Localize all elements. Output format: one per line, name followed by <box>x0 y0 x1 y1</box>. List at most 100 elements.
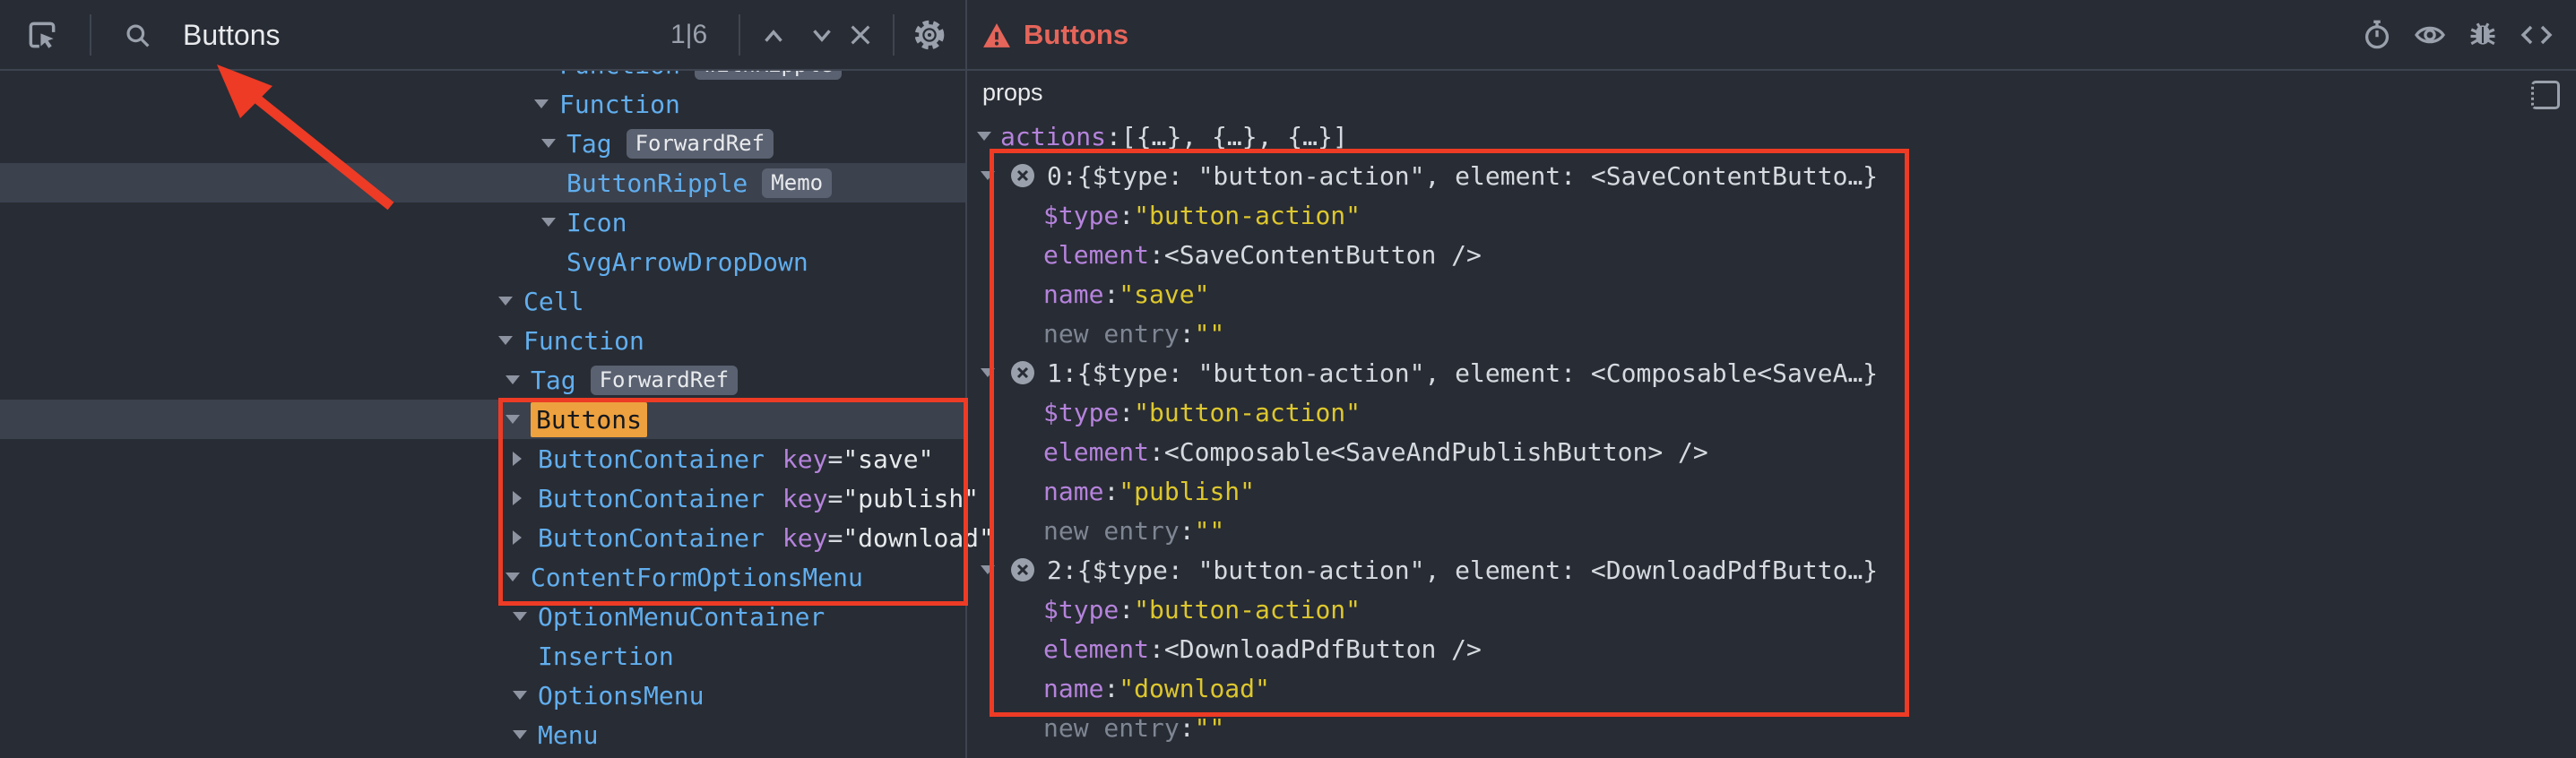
chevron-down-icon[interactable] <box>513 691 538 700</box>
tree-row-optionmenucontainer[interactable]: OptionMenuContainer <box>0 597 965 636</box>
chevron-down-icon[interactable] <box>981 565 1004 574</box>
chevron-down-icon[interactable] <box>981 171 1004 180</box>
bug-icon[interactable] <box>2467 19 2499 51</box>
prop-name[interactable]: actions <box>1000 122 1106 151</box>
tree-row-insertion[interactable]: Insertion <box>0 636 965 676</box>
tree-row-buttons[interactable]: Buttons <box>0 400 965 439</box>
toolbar: Buttons 1|6 Buttons <box>0 0 2576 70</box>
prop-field-name: name: "save" <box>968 274 2576 314</box>
field-value[interactable]: "" <box>1195 713 1225 743</box>
chevron-down-icon[interactable] <box>977 132 1000 141</box>
settings-gear-icon[interactable] <box>912 18 947 52</box>
field-name: element <box>1043 634 1149 664</box>
field-name: new entry <box>1043 516 1180 546</box>
field-name[interactable]: new entry <box>1022 753 1158 758</box>
field-name: element <box>1043 240 1149 270</box>
chevron-down-icon[interactable] <box>498 336 523 345</box>
prop-field-element: element: <SaveContentButton /> <box>968 235 2576 274</box>
chevron-down-icon[interactable] <box>541 218 566 227</box>
tree-row-tag[interactable]: TagForwardRef <box>0 124 965 163</box>
field-value[interactable]: <DownloadPdfButton /> <box>1164 634 1482 664</box>
entry-preview: {$type: "button-action", element: <Compo… <box>1077 358 1878 388</box>
field-name: $type <box>1043 398 1119 427</box>
entry-index: 2: <box>1047 556 1077 585</box>
chevron-down-icon[interactable] <box>513 730 538 739</box>
panel-layout-icon[interactable] <box>2531 81 2560 109</box>
field-value[interactable]: <Composable<SaveAndPublishButton> /> <box>1164 437 1708 467</box>
field-name: name <box>1043 674 1103 703</box>
field-name: name <box>1043 280 1103 309</box>
chevron-down-icon[interactable] <box>513 612 538 621</box>
field-value[interactable]: "publish" <box>1119 477 1255 506</box>
react-devtools-window: FunctionwithRippleFunctionTagForwardRefB… <box>0 0 2576 758</box>
field-value[interactable]: "download" <box>1119 674 1270 703</box>
chevron-down-icon[interactable] <box>506 573 531 581</box>
toolbar-divider <box>893 14 895 56</box>
chevron-down-icon[interactable] <box>506 415 531 424</box>
prop-entry-1: 1: {$type: "button-action", element: <Co… <box>968 353 2576 392</box>
tree-row-function[interactable]: Function <box>0 321 965 360</box>
tree-row-cell[interactable]: Cell <box>0 281 965 321</box>
tree-row-tag[interactable]: TagForwardRef <box>0 360 965 400</box>
field-value[interactable]: "button-action" <box>1134 201 1361 230</box>
eye-icon[interactable] <box>2413 19 2447 51</box>
search-icon <box>124 22 152 50</box>
prop-field-element: element: <DownloadPdfButton /> <box>968 629 2576 668</box>
prop-field-$type: $type: "button-action" <box>968 392 2576 432</box>
entry-index: 0: <box>1047 161 1077 191</box>
inspect-element-icon[interactable] <box>25 18 59 52</box>
inspected-header-actions <box>2361 0 2554 70</box>
tree-row-buttoncontainer[interactable]: ButtonContainerkey="publish" <box>0 478 965 518</box>
clear-search-icon[interactable] <box>846 21 875 49</box>
view-source-icon[interactable] <box>2519 19 2554 51</box>
tree-row-buttonripple[interactable]: ButtonRippleMemo <box>0 163 965 202</box>
error-triangle-icon <box>982 22 1011 48</box>
prop-entry-0: 0: {$type: "button-action", element: <Sa… <box>968 156 2576 195</box>
panel-divider[interactable] <box>965 0 967 758</box>
prop-row-actions: actions: [{…}, {…}, {…}] <box>968 116 2576 156</box>
chevron-down-icon[interactable] <box>981 368 1004 377</box>
component-name: SvgArrowDropDown <box>566 247 808 277</box>
field-value[interactable]: "button-action" <box>1134 595 1361 624</box>
tree-row-svgarrowdropdown[interactable]: SvgArrowDropDown <box>0 242 965 281</box>
component-name: ButtonContainer <box>538 444 765 474</box>
tree-row-buttoncontainer[interactable]: ButtonContainer key="save" <box>0 439 965 478</box>
prev-result-icon[interactable] <box>758 23 789 48</box>
tree-row-buttoncontainer[interactable]: ButtonContainerkey="download" <box>0 518 965 557</box>
field-value[interactable]: "" <box>1195 319 1225 349</box>
entry-preview: {$type: "button-action", element: <SaveC… <box>1077 161 1878 191</box>
delete-entry-icon[interactable] <box>1009 359 1036 386</box>
search-result-count: 1|6 <box>670 0 707 70</box>
component-name: ButtonRipple <box>566 168 748 198</box>
tree-row-menu[interactable]: Menu <box>0 715 965 754</box>
field-value[interactable]: "save" <box>1119 280 1209 309</box>
delete-entry-icon[interactable] <box>1009 556 1036 583</box>
field-value[interactable]: "button-action" <box>1134 398 1361 427</box>
chevron-right-icon[interactable] <box>513 452 538 466</box>
field-value[interactable]: "" <box>1195 516 1225 546</box>
field-value[interactable]: <SaveContentButton /> <box>1164 240 1482 270</box>
prop-field-new-entry-trailing: new entry <box>968 747 2576 758</box>
tree-row-optionsmenu[interactable]: OptionsMenu <box>0 676 965 715</box>
component-tree: FunctionwithRippleFunctionTagForwardRefB… <box>0 45 965 754</box>
chevron-down-icon[interactable] <box>541 139 566 148</box>
component-name: ButtonContainer <box>538 484 765 513</box>
stopwatch-icon[interactable] <box>2361 19 2393 51</box>
chevron-down-icon[interactable] <box>498 297 523 306</box>
component-name: Function <box>523 326 644 356</box>
tree-row-function[interactable]: Function <box>0 84 965 124</box>
search-input[interactable]: Buttons <box>183 0 281 70</box>
key-attribute: key="save" <box>782 444 934 474</box>
tree-row-contentformoptionsmenu[interactable]: ContentFormOptionsMenu <box>0 557 965 597</box>
delete-entry-icon[interactable] <box>1009 162 1036 189</box>
chevron-down-icon[interactable] <box>534 99 559 108</box>
next-result-icon[interactable] <box>807 23 837 48</box>
component-name: Tag <box>531 366 576 395</box>
chevron-right-icon[interactable] <box>513 491 538 505</box>
component-badge: ForwardRef <box>627 129 774 159</box>
prop-field-new-entry: new entry: "" <box>968 511 2576 550</box>
component-name: Function <box>559 90 680 119</box>
chevron-right-icon[interactable] <box>513 530 538 545</box>
chevron-down-icon[interactable] <box>506 375 531 384</box>
tree-row-icon[interactable]: Icon <box>0 202 965 242</box>
